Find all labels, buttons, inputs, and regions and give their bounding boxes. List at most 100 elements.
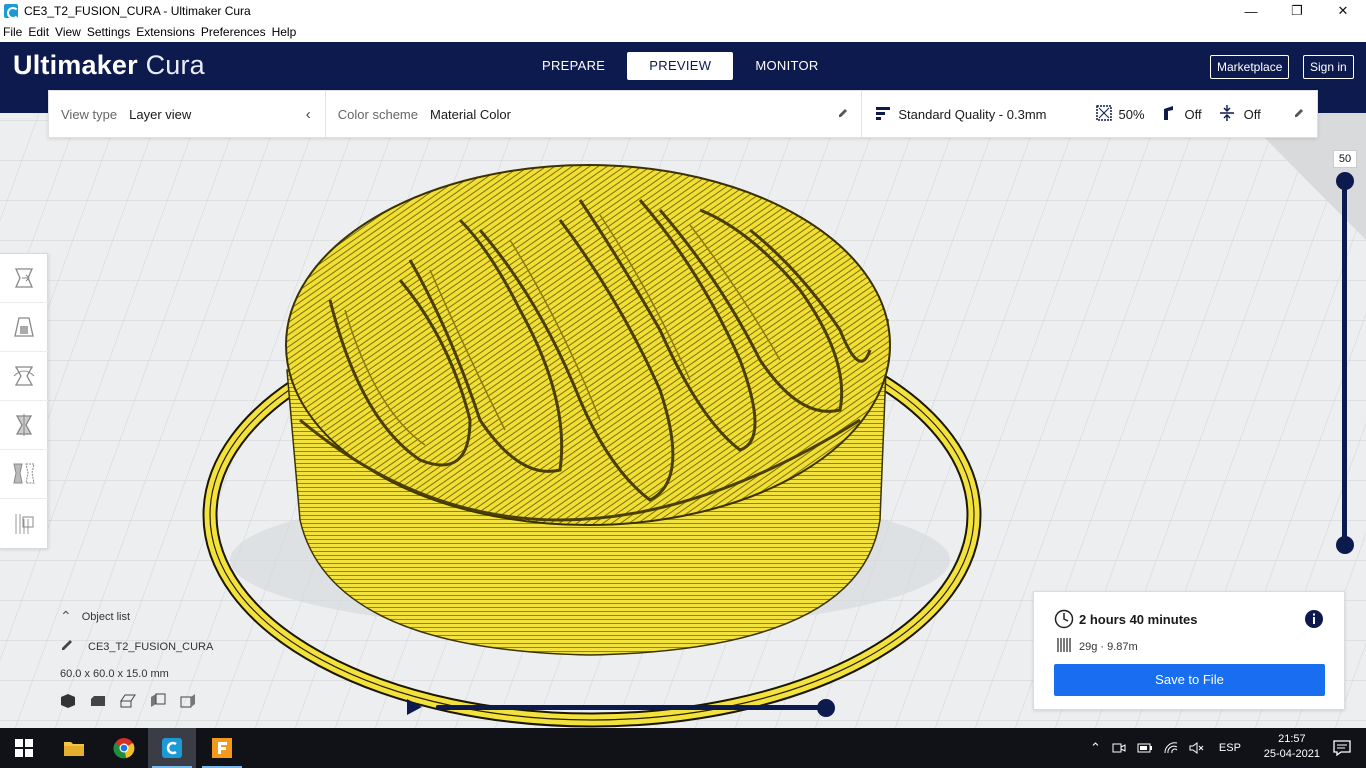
path-slider-track[interactable] <box>436 705 826 710</box>
menu-settings[interactable]: Settings <box>84 25 133 39</box>
marketplace-button[interactable]: Marketplace <box>1210 55 1290 79</box>
chevron-up-icon: ⌃ <box>60 608 72 624</box>
chrome-icon <box>113 738 135 759</box>
pencil-icon[interactable] <box>1293 107 1305 122</box>
system-clock[interactable]: 21:57 25-04-2021 <box>1264 732 1320 762</box>
clock-date: 25-04-2021 <box>1263 748 1320 760</box>
quality-icon <box>876 106 891 123</box>
right-view-icon[interactable] <box>180 693 196 709</box>
windows-icon <box>15 739 33 757</box>
object-list-title: Object list <box>81 610 131 623</box>
mirror-tool-button[interactable] <box>0 401 48 450</box>
object-list-toggle[interactable]: ⌃ Object list <box>56 608 306 625</box>
object-list-panel: ⌃ Object list CE3_T2_FUSION_CURA 60.0 x … <box>56 608 306 722</box>
pencil-icon <box>60 638 74 655</box>
tab-preview[interactable]: PREVIEW <box>627 52 734 80</box>
per-model-icon <box>13 463 35 484</box>
tab-prepare[interactable]: PREPARE <box>520 52 627 80</box>
notifications-button[interactable] <box>1318 728 1366 768</box>
move-icon <box>14 268 34 288</box>
brand-product: Cura <box>145 50 205 80</box>
filament-icon <box>1056 636 1072 659</box>
fusion-taskbar-button[interactable] <box>198 728 246 768</box>
file-explorer-taskbar-button[interactable] <box>50 728 98 768</box>
clock-icon <box>1054 609 1074 634</box>
maximize-button[interactable]: ❐ <box>1274 0 1320 22</box>
layer-slider-upper-handle[interactable] <box>1335 172 1354 190</box>
play-icon <box>407 699 422 715</box>
view-settings-bar: View type Layer view ‹ Color scheme Mate… <box>48 90 1318 138</box>
start-button[interactable] <box>0 728 48 768</box>
move-tool-button[interactable] <box>0 254 48 303</box>
rotate-icon <box>13 366 35 386</box>
path-slider-handle[interactable] <box>817 698 835 717</box>
support-value: Off <box>1184 106 1202 122</box>
infill-value: 50% <box>1118 106 1145 122</box>
minimize-button[interactable]: — <box>1228 0 1274 22</box>
pencil-icon[interactable] <box>837 107 849 122</box>
menu-preferences[interactable]: Preferences <box>198 25 269 39</box>
view-type-value: Layer view <box>129 106 192 122</box>
color-scheme-selector[interactable]: Color scheme Material Color <box>326 91 863 137</box>
front-view-icon[interactable] <box>90 693 106 709</box>
window-title: CE3_T2_FUSION_CURA - Ultimaker Cura <box>24 4 251 18</box>
menu-edit[interactable]: Edit <box>25 25 52 39</box>
object-name: CE3_T2_FUSION_CURA <box>88 640 214 653</box>
fusion-icon <box>212 738 232 758</box>
save-to-file-button[interactable]: Save to File <box>1054 664 1325 696</box>
adhesion-icon <box>1219 104 1234 124</box>
tab-monitor[interactable]: MONITOR <box>733 52 840 80</box>
scale-icon <box>14 317 34 337</box>
menu-view[interactable]: View <box>52 25 84 39</box>
stage-tabs: PREPARE PREVIEW MONITOR <box>520 52 841 80</box>
cura-app-icon <box>4 4 19 19</box>
chevron-up-icon[interactable]: ⌃ <box>1090 740 1101 756</box>
scale-tool-button[interactable] <box>0 303 48 352</box>
view-type-selector[interactable]: View type Layer view ‹ <box>49 91 326 137</box>
view-type-label: View type <box>61 106 118 122</box>
menu-help[interactable]: Help <box>269 25 300 39</box>
close-button[interactable]: ✕ <box>1320 0 1366 22</box>
mirror-icon <box>15 414 33 436</box>
left-view-icon[interactable] <box>150 693 166 709</box>
support-icon <box>1163 105 1177 124</box>
notification-icon <box>1333 740 1351 757</box>
quality-value: Standard Quality - 0.3mm <box>898 106 1047 122</box>
play-button[interactable] <box>405 698 423 721</box>
current-layer-input[interactable]: 50 <box>1333 150 1357 168</box>
cura-taskbar-button[interactable] <box>148 728 196 768</box>
menu-bar: File Edit View Settings Extensions Prefe… <box>0 22 1366 42</box>
volume-muted-icon[interactable] <box>1189 741 1205 755</box>
print-settings-selector[interactable]: Standard Quality - 0.3mm 50% Off Off <box>862 91 1317 137</box>
object-name-row[interactable]: CE3_T2_FUSION_CURA <box>56 638 306 655</box>
info-icon[interactable] <box>1304 609 1324 634</box>
system-tray: ⌃ ESP <box>1090 728 1241 768</box>
chevron-left-icon[interactable]: ‹ <box>306 106 311 123</box>
camera-icon[interactable] <box>1111 741 1127 755</box>
wifi-icon[interactable] <box>1163 741 1179 755</box>
input-language[interactable]: ESP <box>1219 742 1241 754</box>
windows-taskbar: ⌃ ESP 21:57 25-04-2021 <box>0 728 1366 768</box>
sign-in-button[interactable]: Sign in <box>1303 55 1354 79</box>
print-time: 2 hours 40 minutes <box>1079 612 1198 627</box>
rotate-tool-button[interactable] <box>0 352 48 401</box>
support-blocker-button[interactable] <box>0 499 48 548</box>
brand-name: Ultimaker <box>13 50 138 80</box>
per-model-settings-button[interactable] <box>0 450 48 499</box>
object-dimensions: 60.0 x 60.0 x 15.0 mm <box>60 668 169 680</box>
color-scheme-value: Material Color <box>429 106 511 122</box>
print-info-panel: 2 hours 40 minutes 29g · 9.87m Save to F… <box>1033 591 1345 710</box>
menu-file[interactable]: File <box>0 25 25 39</box>
tool-panel <box>0 253 48 549</box>
3d-view-icon[interactable] <box>60 693 76 709</box>
title-bar: CE3_T2_FUSION_CURA - Ultimaker Cura — ❐ … <box>0 0 1366 22</box>
brand-logo: Ultimaker Cura <box>13 50 205 81</box>
layer-slider-lower-handle[interactable] <box>1335 536 1354 554</box>
menu-extensions[interactable]: Extensions <box>133 25 198 39</box>
camera-view-buttons <box>60 693 306 709</box>
support-blocker-icon <box>15 513 34 534</box>
chrome-taskbar-button[interactable] <box>100 728 148 768</box>
layer-slider-track[interactable] <box>1342 181 1347 545</box>
battery-icon[interactable] <box>1137 741 1153 755</box>
top-view-icon[interactable] <box>120 693 136 709</box>
